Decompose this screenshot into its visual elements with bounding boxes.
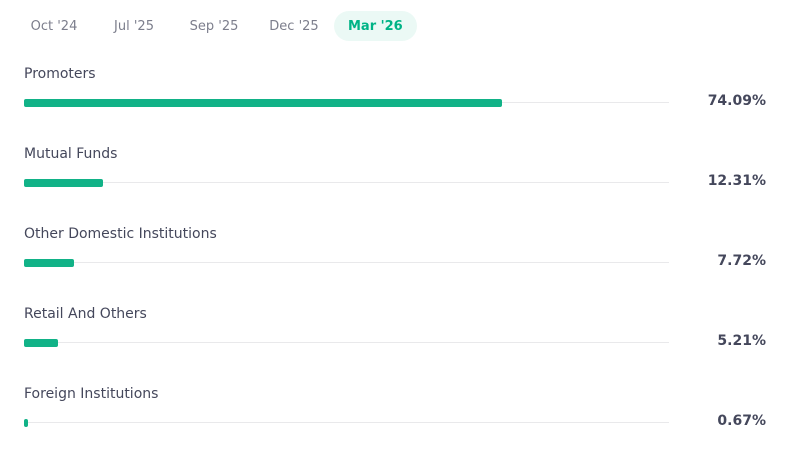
holding-bar — [24, 339, 58, 347]
holding-row-foreign-institutions: Foreign Institutions 0.67% — [24, 380, 766, 460]
holding-percent: 5.21% — [717, 333, 766, 349]
period-tabs: Oct '24 Jul '25 Sep '25 Dec '25 Mar '26 — [14, 11, 417, 41]
holding-label: Promoters — [24, 66, 96, 82]
holding-percent: 0.67% — [717, 413, 766, 429]
holding-label: Retail And Others — [24, 306, 147, 322]
tab-oct-24[interactable]: Oct '24 — [14, 11, 94, 41]
holding-bar — [24, 179, 104, 187]
holding-percent: 7.72% — [717, 253, 766, 269]
holding-bar — [24, 259, 74, 267]
tab-jul-25[interactable]: Jul '25 — [94, 11, 174, 41]
holding-row-mutual-funds: Mutual Funds 12.31% — [24, 140, 766, 220]
holding-percent: 74.09% — [707, 93, 766, 109]
holding-row-retail-and-others: Retail And Others 5.21% — [24, 300, 766, 380]
holding-bar — [24, 99, 502, 107]
holding-label: Other Domestic Institutions — [24, 226, 217, 242]
holding-track — [24, 262, 669, 263]
holding-label: Mutual Funds — [24, 146, 118, 162]
holding-row-promoters: Promoters 74.09% — [24, 60, 766, 140]
tab-mar-26[interactable]: Mar '26 — [334, 11, 417, 41]
tab-sep-25[interactable]: Sep '25 — [174, 11, 254, 41]
holding-bar — [24, 419, 29, 427]
shareholding-list: Promoters 74.09% Mutual Funds 12.31% Oth… — [24, 60, 766, 460]
holding-row-other-domestic-institutions: Other Domestic Institutions 7.72% — [24, 220, 766, 300]
tab-dec-25[interactable]: Dec '25 — [254, 11, 334, 41]
holding-track — [24, 422, 669, 423]
holding-percent: 12.31% — [707, 173, 766, 189]
holding-label: Foreign Institutions — [24, 386, 159, 402]
holding-track — [24, 182, 669, 183]
holding-track — [24, 342, 669, 343]
